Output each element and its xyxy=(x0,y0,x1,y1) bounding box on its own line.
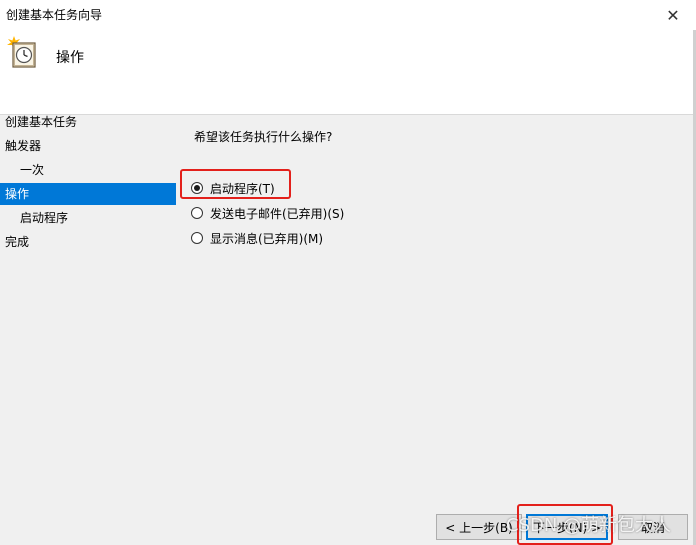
nav-item-label: 完成 xyxy=(5,235,30,249)
radio-button[interactable] xyxy=(191,207,203,219)
wizard-steps: 创建基本任务 触发器 一次 操作 启动程序 完成 xyxy=(0,114,177,545)
nav-item-start-program[interactable]: 启动程序 xyxy=(0,207,176,229)
window-title: 创建基本任务向导 xyxy=(6,8,103,22)
csdn-watermark: CSDN @萌新包大人 xyxy=(506,515,672,536)
page-title: 操作 xyxy=(56,50,84,66)
title-bar: 创建基本任务向导 ✕ xyxy=(0,0,696,30)
nav-item-create-basic-task[interactable]: 创建基本任务 xyxy=(0,111,181,133)
back-button-label: < 上一步(B) xyxy=(445,520,513,535)
task-scheduler-clock-icon xyxy=(7,36,36,68)
close-button[interactable]: ✕ xyxy=(650,0,696,30)
wizard-header: 操作 xyxy=(0,30,693,115)
nav-item-once[interactable]: 一次 xyxy=(0,159,176,181)
nav-item-label: 操作 xyxy=(5,187,30,201)
action-question: 希望该任务执行什么操作? xyxy=(194,130,333,144)
nav-item-label: 触发器 xyxy=(5,139,42,153)
close-icon: ✕ xyxy=(666,5,680,25)
nav-item-trigger[interactable]: 触发器 xyxy=(0,135,181,157)
nav-item-label: 一次 xyxy=(20,163,45,177)
nav-item-finish[interactable]: 完成 xyxy=(0,231,181,253)
highlight-box-option xyxy=(180,169,291,199)
nav-item-label: 创建基本任务 xyxy=(5,115,78,129)
radio-label: 发送电子邮件(已弃用)(S) xyxy=(210,206,345,221)
radio-label: 显示消息(已弃用)(M) xyxy=(210,231,324,246)
radio-button[interactable] xyxy=(191,232,203,244)
nav-item-action[interactable]: 操作 xyxy=(0,183,176,205)
radio-send-email[interactable]: 发送电子邮件(已弃用)(S) xyxy=(191,204,344,222)
nav-item-label: 启动程序 xyxy=(20,211,69,225)
radio-display-message[interactable]: 显示消息(已弃用)(M) xyxy=(191,229,323,247)
